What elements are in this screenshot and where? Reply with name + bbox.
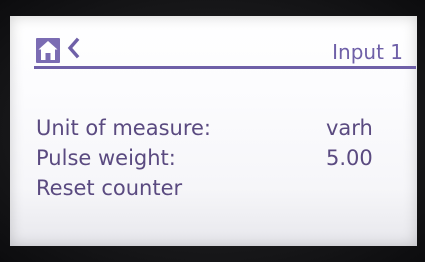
menu-item-value: varh xyxy=(326,116,373,140)
back-button[interactable] xyxy=(63,37,83,63)
menu-item-reset-counter[interactable]: Reset counter xyxy=(10,173,417,203)
screen-header: Input 1 xyxy=(10,16,417,72)
menu-item-value: 5.00 xyxy=(326,146,373,170)
menu-item-label: Pulse weight: xyxy=(36,146,176,170)
home-icon xyxy=(36,38,60,63)
menu-item-pulse-weight[interactable]: Pulse weight: 5.00 xyxy=(10,143,417,173)
menu-item-label: Unit of measure: xyxy=(36,116,212,140)
device-screen: Input 1 Unit of measure: varh Pulse weig… xyxy=(10,16,417,246)
header-divider xyxy=(34,66,416,69)
page-title: Input 1 xyxy=(332,40,403,64)
menu-item-label: Reset counter xyxy=(36,176,183,200)
home-button[interactable] xyxy=(36,38,60,63)
chevron-left-icon xyxy=(66,37,80,63)
menu-item-unit-of-measure[interactable]: Unit of measure: varh xyxy=(10,113,417,143)
